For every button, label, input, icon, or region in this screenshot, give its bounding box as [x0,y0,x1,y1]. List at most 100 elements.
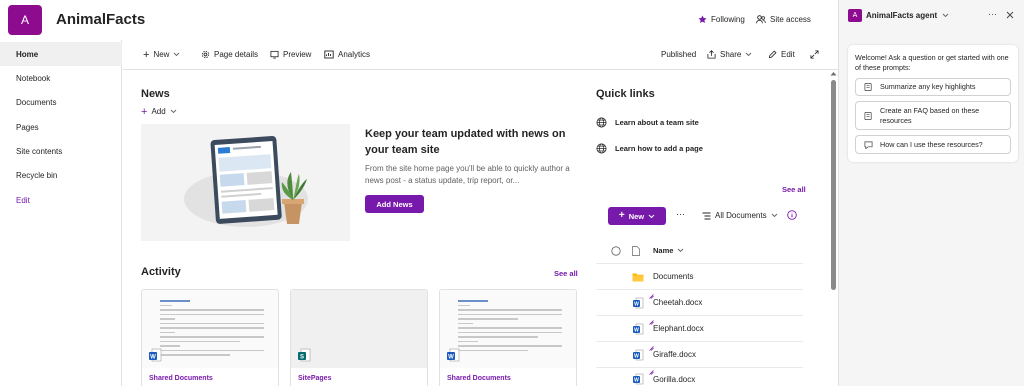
news-description: From the site home page you'll be able t… [365,164,570,185]
library-row-cheetah[interactable]: W Cheetah.docx [596,290,803,316]
activity-see-all-link[interactable]: See all [554,269,578,278]
publish-status-label: Published [661,50,697,59]
news-title: News [141,88,170,100]
following-button[interactable]: Following [698,15,745,24]
analytics-button[interactable]: Analytics [324,50,370,59]
library-row-documents[interactable]: Documents [596,264,803,290]
library-new-label: New [628,211,645,221]
share-button[interactable]: Share [707,50,752,59]
name-column-header[interactable]: Name [653,246,684,255]
quick-link-item[interactable]: Learn about a team site [596,117,699,128]
nav-item-documents[interactable]: Documents [0,90,122,114]
people-icon [756,15,766,24]
analytics-label: Analytics [338,50,371,59]
file-name[interactable]: Giraffe.docx [653,350,696,359]
share-label: Share [720,50,742,59]
document-preview: W [440,290,576,368]
chevron-down-icon [677,248,684,253]
document-preview: W [142,290,278,368]
plus-icon: + [618,210,625,221]
sitepage-file-icon: S [297,348,311,362]
prompt-suggestion-button[interactable]: How can I use these resources? [855,135,1011,154]
svg-text:S: S [300,355,304,361]
view-selector-label: All Documents [715,211,767,220]
page-details-label: Page details [214,50,259,59]
nav-item-site-contents[interactable]: Site contents [0,139,122,163]
svg-text:W: W [634,378,639,384]
expand-button[interactable] [810,50,819,59]
add-label: Add [151,107,166,116]
chevron-down-icon [170,109,177,114]
folder-icon [632,272,644,282]
prompt-suggestion-button[interactable]: Summarize any key highlights [855,78,1011,96]
library-see-all-link[interactable]: See all [782,185,806,194]
new-menu-button[interactable]: + New [143,49,180,60]
edit-page-button[interactable]: Edit [768,50,795,59]
preview-icon [270,50,279,59]
more-icon[interactable]: ··· [988,9,997,19]
view-selector[interactable]: All Documents [702,211,778,220]
scroll-up-arrow-icon[interactable] [830,71,837,76]
prompt-label: Summarize any key highlights [880,82,976,91]
quick-link-label: Learn about a team site [615,118,699,127]
chat-bubble-icon [864,140,873,149]
svg-text:W: W [150,355,156,361]
library-new-button[interactable]: + New [608,207,666,225]
analytics-icon [324,50,334,59]
site-logo[interactable]: A [8,5,42,35]
activity-card[interactable]: W Shared Documents [141,289,279,386]
expand-icon [810,50,819,59]
word-file-icon: W [632,323,644,335]
file-name[interactable]: Cheetah.docx [653,298,702,307]
nav-edit-link[interactable]: Edit [0,188,122,212]
globe-icon [596,143,607,154]
prompt-suggestion-button[interactable]: Create an FAQ based on these resources [855,101,1011,130]
agent-panel: A AnimalFacts agent ··· Welcome! Ask a q… [838,0,1024,386]
activity-card-location: SitePages [298,375,332,382]
file-name[interactable]: Gorilla.docx [653,375,695,384]
activity-card[interactable]: W Shared Documents [439,289,577,386]
quick-link-item[interactable]: Learn how to add a page [596,143,703,154]
scrollbar-thumb[interactable] [831,80,836,290]
nav-item-recycle-bin[interactable]: Recycle bin [0,163,122,187]
site-title[interactable]: AnimalFacts [56,11,145,28]
library-row-giraffe[interactable]: W Giraffe.docx [596,342,803,368]
svg-text:W: W [448,355,454,361]
preview-button[interactable]: Preview [270,50,311,59]
word-file-icon: W [632,349,644,361]
nav-item-pages[interactable]: Pages [0,115,122,139]
document-preview-lines [458,300,562,354]
more-options-button[interactable]: ··· [676,209,685,219]
command-bar: + New Page details Preview Analytics Pub… [123,40,838,70]
svg-text:W: W [634,327,639,333]
svg-text:W: W [634,301,639,307]
info-button[interactable] [787,210,797,220]
close-icon[interactable] [1006,11,1014,19]
publish-status: Published [661,50,696,59]
library-row-gorilla[interactable]: W Gorilla.docx [596,366,803,386]
library-header-row: Name [596,238,803,264]
chevron-down-icon [942,13,949,18]
chevron-down-icon [771,213,778,218]
activity-title: Activity [141,266,181,278]
add-news-menu[interactable]: + Add [141,106,177,117]
left-navigation: Home Notebook Documents Pages Site conte… [0,40,122,386]
agent-title-menu[interactable]: AnimalFacts agent [866,11,949,20]
page-details-button[interactable]: Page details [201,50,258,59]
nav-item-notebook[interactable]: Notebook [0,66,122,90]
site-access-button[interactable]: Site access [756,15,811,24]
file-name[interactable]: Documents [653,272,693,281]
select-all-checkbox[interactable] [611,245,621,256]
nav-item-home[interactable]: Home [0,42,122,66]
list-view-icon [702,212,711,220]
file-type-header-icon [632,245,640,256]
activity-card[interactable]: S SitePages [290,289,428,386]
share-icon [707,50,716,59]
activity-card-location: Shared Documents [149,375,213,382]
library-row-elephant[interactable]: W Elephant.docx [596,316,803,342]
preview-label: Preview [283,50,312,59]
file-name[interactable]: Elephant.docx [653,324,704,333]
add-news-button[interactable]: Add News [365,195,424,213]
word-file-icon: W [632,297,644,309]
prompt-icon [864,111,873,120]
